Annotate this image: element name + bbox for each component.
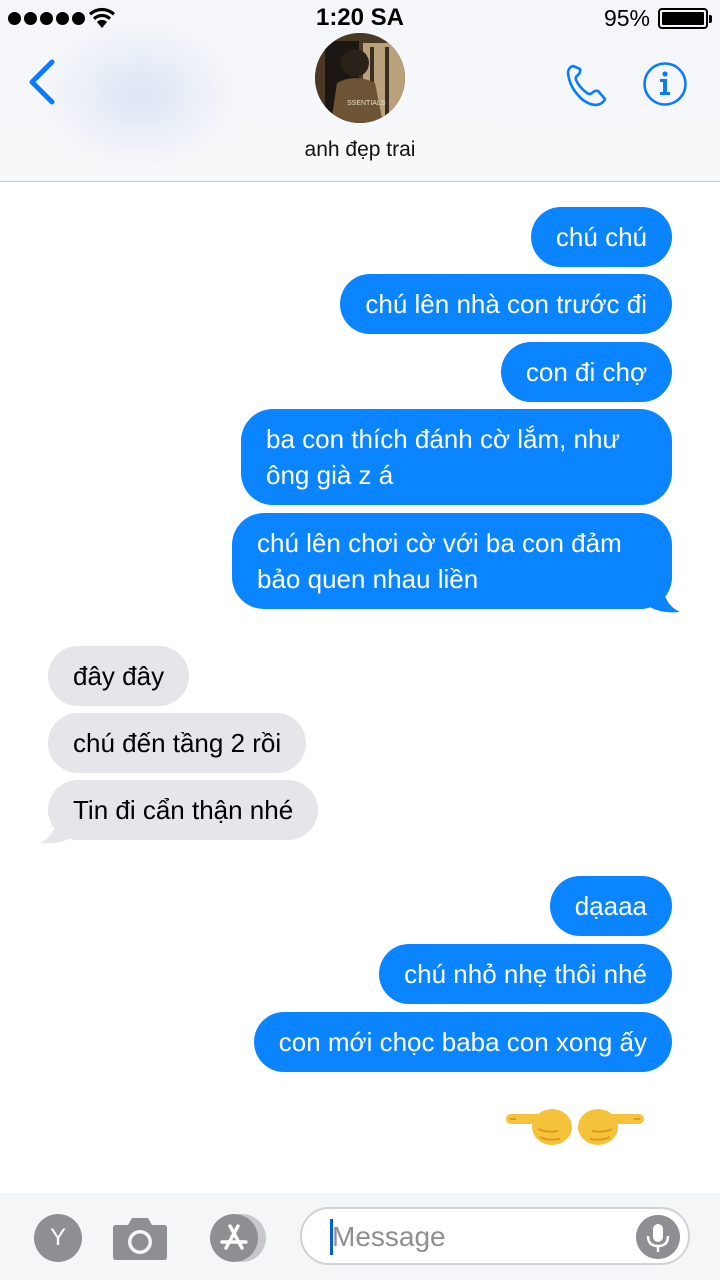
outgoing-message[interactable]: chú chú [530, 207, 672, 267]
battery-percentage: 95% [603, 5, 650, 31]
pointing-right-hand-icon [578, 1109, 644, 1145]
incoming-message[interactable]: đây đây [48, 646, 190, 706]
contact-avatar[interactable]: SSENTIALS [315, 33, 405, 123]
info-icon[interactable] [642, 61, 688, 107]
apps-button[interactable]: Y [34, 1214, 82, 1262]
message-thread[interactable]: chú chú chú lên nhà con trước đi con đi … [0, 183, 720, 1193]
microphone-icon[interactable] [636, 1215, 680, 1259]
outgoing-message[interactable]: chú lên chơi cờ với ba con đảm bảo quen … [232, 513, 672, 609]
app-store-icon[interactable] [204, 1213, 270, 1263]
outgoing-message[interactable]: con đi chợ [500, 342, 672, 402]
outgoing-bubble-tail [642, 583, 680, 613]
conversation-header: 1:20 SA 95% SSENTIALS anh đẹp trai [0, 0, 720, 182]
incoming-bubble-tail [40, 814, 78, 844]
message-field[interactable] [300, 1207, 690, 1265]
outgoing-message[interactable]: con mới chọc baba con xong ấy [253, 1012, 672, 1072]
camera-icon[interactable] [112, 1215, 168, 1261]
battery-icon [658, 8, 712, 29]
incoming-message[interactable]: Tin đi cẩn thận nhé [48, 780, 319, 840]
svg-text:SSENTIALS: SSENTIALS [347, 100, 386, 107]
incoming-message[interactable]: chú đến tầng 2 rồi [48, 713, 307, 773]
pointing-left-hand-icon [506, 1109, 572, 1145]
outgoing-message[interactable]: ba con thích đánh cờ lắm, như ông già z … [241, 409, 672, 505]
message-input[interactable] [332, 1219, 622, 1255]
contact-name[interactable]: anh đẹp trai [0, 138, 720, 162]
back-chevron-icon[interactable] [24, 56, 64, 108]
compose-toolbar: Y [0, 1193, 720, 1280]
status-bar: 1:20 SA 95% [0, 0, 720, 36]
avatar-photo: SSENTIALS [315, 33, 405, 123]
emoji-message[interactable] [502, 1099, 648, 1149]
phone-icon[interactable] [561, 60, 611, 110]
outgoing-message[interactable]: dạaaa [549, 876, 672, 936]
outgoing-message[interactable]: chú lên nhà con trước đi [340, 274, 672, 334]
outgoing-message[interactable]: chú nhỏ nhẹ thôi nhé [379, 944, 672, 1004]
